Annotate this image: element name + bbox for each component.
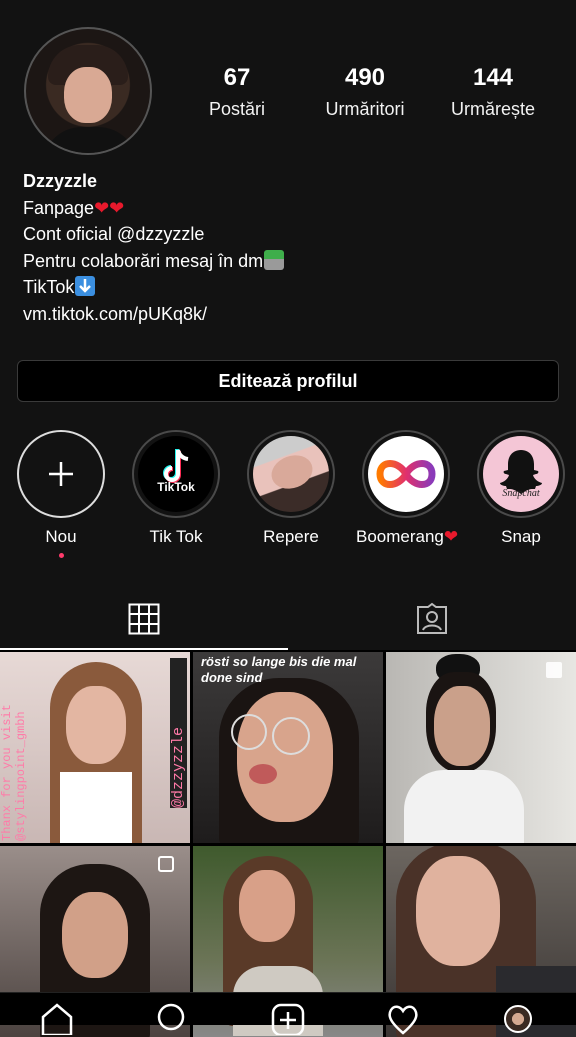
- following-label: Urmărește: [450, 99, 535, 119]
- nav-profile[interactable]: [498, 999, 538, 1033]
- heart-emoji: ❤: [443, 527, 459, 546]
- bio-line-tiktok: TikTok: [23, 274, 284, 301]
- plus-icon: [49, 462, 73, 486]
- highlight-new[interactable]: Nou: [11, 430, 111, 558]
- grid-icon: [128, 603, 160, 635]
- following-stat[interactable]: 144 Urmărește: [423, 62, 563, 124]
- bio-tiktok-text: TikTok: [23, 277, 75, 297]
- nav-search[interactable]: [151, 999, 191, 1031]
- tagged-person-icon: [417, 602, 447, 634]
- highlight-cover[interactable]: Snapchat: [477, 430, 565, 518]
- bio-collab-text: Pentru colaborări mesaj în dm: [23, 250, 264, 271]
- add-post-icon: [271, 1003, 305, 1035]
- bio-fanpage-text: Fanpage: [23, 197, 95, 218]
- search-icon: [157, 1003, 185, 1031]
- followers-stat[interactable]: 490 Urmăritori: [295, 62, 435, 124]
- tiktok-badge-text: TikTok: [157, 480, 195, 494]
- bio-line-official: Cont oficial @dzzyzzle: [23, 224, 205, 244]
- down-arrow-emoji: [75, 276, 96, 296]
- tile-vertical-caption-left: Thanx for you visit @stylingpoint_gmbh: [0, 704, 28, 841]
- post-thumbnail[interactable]: Thanx for you visit @stylingpoint_gmbh @…: [0, 652, 190, 843]
- highlight-label: Nou: [45, 527, 77, 546]
- bio-line-collab: Pentru colaborări mesaj în dm: [23, 248, 285, 275]
- heart-icon: [388, 1005, 418, 1035]
- profile-bio: Dzzyzzle Fanpage❤❤ Cont oficial @dzzyzzl…: [23, 168, 285, 328]
- home-icon: [41, 1003, 73, 1035]
- highlight-label: Repere: [263, 527, 319, 546]
- multiple-posts-icon: [158, 856, 174, 872]
- nav-activity[interactable]: [383, 999, 423, 1035]
- bio-line-fanpage: Fanpage❤❤: [23, 195, 284, 222]
- tiktok-logo-icon: TikTok: [138, 436, 214, 512]
- highlight-snap[interactable]: Snapchat Snap: [471, 430, 571, 547]
- edit-profile-button[interactable]: Editează profilul: [17, 360, 559, 402]
- followers-label: Urmăritori: [325, 99, 405, 119]
- highlight-cover[interactable]: TikTok: [132, 430, 220, 518]
- post-thumbnail[interactable]: [386, 652, 576, 843]
- nav-add[interactable]: [268, 999, 308, 1035]
- profile-avatar[interactable]: [24, 27, 152, 155]
- profile-tabs: [0, 590, 576, 650]
- profile-avatar: [504, 1005, 532, 1033]
- tab-grid[interactable]: [0, 590, 288, 648]
- highlight-repere[interactable]: Repere: [241, 430, 341, 547]
- posts-stat[interactable]: 67 Postări: [167, 62, 307, 124]
- bottom-navigation: [0, 992, 576, 1035]
- following-count: 144: [472, 64, 514, 91]
- tab-tagged[interactable]: [288, 590, 576, 648]
- highlight-label-text: Boomerang: [356, 527, 444, 546]
- posts-grid: Thanx for you visit @stylingpoint_gmbh @…: [0, 652, 576, 1037]
- snapchat-logo-icon: Snapchat: [483, 436, 559, 512]
- boomerang-logo-icon: [368, 436, 444, 512]
- inbox-tray-emoji: [264, 249, 285, 270]
- highlight-label: Boomerang❤: [356, 527, 459, 547]
- post-thumbnail[interactable]: rösti so lange bis die mal done sind: [193, 652, 383, 843]
- bio-link[interactable]: vm.tiktok.com/pUKq8k/: [23, 301, 284, 328]
- highlight-cover[interactable]: [247, 430, 335, 518]
- add-highlight-circle[interactable]: [17, 430, 105, 518]
- highlight-boomerang[interactable]: Boomerang❤: [356, 430, 459, 547]
- posts-count: 67: [223, 64, 251, 91]
- highlight-cover[interactable]: [362, 430, 450, 518]
- selfie-thumbnail: [253, 436, 329, 512]
- profile-name: Dzzyzzle: [23, 171, 98, 191]
- tile-vertical-caption-right: @dzzyzzle: [170, 658, 187, 808]
- nav-home[interactable]: [37, 999, 77, 1035]
- highlight-label: Tik Tok: [149, 527, 203, 546]
- new-indicator-dot: [58, 553, 64, 558]
- active-tab-indicator: [0, 648, 288, 650]
- highlight-label: Snap: [501, 527, 541, 546]
- highlight-tiktok[interactable]: TikTok Tik Tok: [126, 430, 226, 547]
- snapchat-badge-text: Snapchat: [502, 488, 540, 499]
- followers-count: 490: [344, 64, 386, 91]
- multiple-posts-icon: [546, 662, 562, 678]
- tile-caption: rösti so lange bis die mal done sind: [201, 654, 357, 685]
- posts-label: Postări: [208, 99, 266, 119]
- heart-emoji: ❤❤: [94, 197, 125, 218]
